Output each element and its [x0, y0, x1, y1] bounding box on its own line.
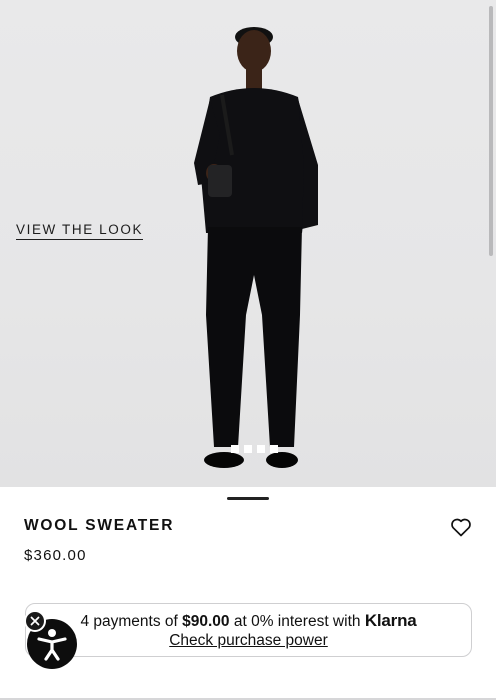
carousel-dot[interactable] [257, 445, 265, 453]
klarna-count-text: 4 payments of [80, 613, 183, 630]
view-the-look-link[interactable]: VIEW THE LOOK [16, 222, 144, 240]
product-title: WOOL SWEATER [24, 517, 175, 534]
carousel-dot[interactable] [244, 445, 252, 453]
sheet-drag-handle[interactable] [227, 497, 269, 500]
check-purchase-power-link[interactable]: Check purchase power [169, 632, 328, 649]
klarna-link-row: Check purchase power [26, 632, 471, 650]
klarna-rate-text: at 0% interest with [229, 613, 365, 630]
klarna-payment-banner: 4 payments of $90.00 at 0% interest with… [25, 603, 472, 657]
klarna-amount: $90.00 [182, 613, 230, 630]
product-image-hero[interactable]: VIEW THE LOOK [0, 0, 496, 487]
close-icon[interactable] [24, 610, 46, 632]
close-glyph [30, 616, 40, 626]
model-photo [194, 27, 318, 468]
carousel-dot[interactable] [270, 445, 278, 453]
carousel-dot[interactable] [231, 445, 239, 453]
heart-icon[interactable] [449, 515, 473, 539]
product-price: $360.00 [24, 547, 87, 564]
klarna-installment-text: 4 payments of $90.00 at 0% interest with… [26, 611, 471, 631]
image-scrollbar[interactable] [489, 6, 493, 256]
carousel-indicators[interactable] [231, 445, 278, 453]
klarna-logo: Klarna [364, 611, 417, 630]
